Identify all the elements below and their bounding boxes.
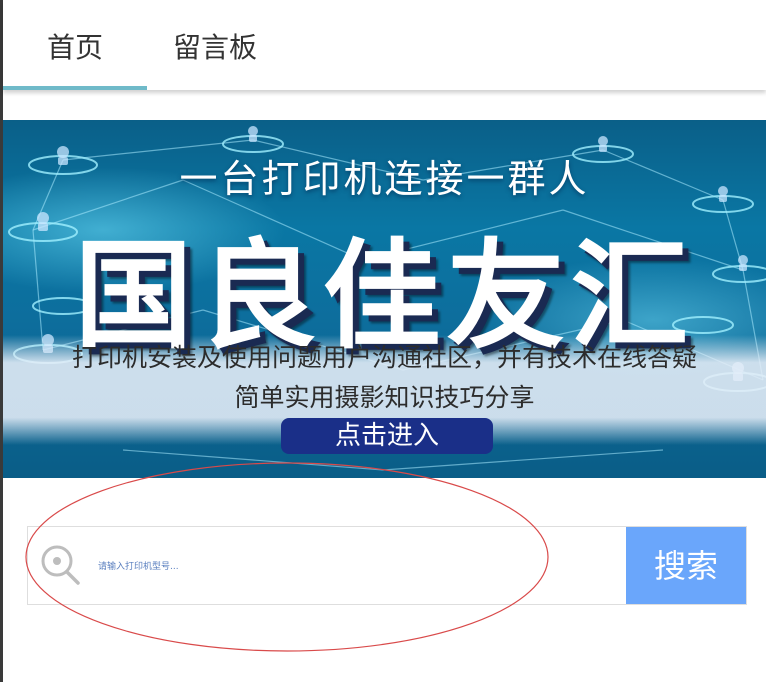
search-input[interactable] [96,551,620,583]
community-banner[interactable]: 一台打印机连接一群人 国良佳友汇 打印机安装及使用问题用户沟通社区，并有技术在线… [3,120,766,478]
search-icon [41,545,80,585]
banner-subtitle-1: 打印机安装及使用问题用户沟通社区，并有技术在线答疑 [71,343,697,372]
active-tab-indicator [3,86,147,90]
tab-home-label: 首页 [46,31,103,64]
banner-subtitle-2: 简单实用摄影知识技巧分享 [234,383,535,412]
top-nav: 首页 留言板 [3,0,766,90]
search-bar: 搜索 [27,526,747,605]
tab-message-board-label: 留言板 [173,31,258,64]
tab-home[interactable]: 首页 [3,0,147,90]
page: 首页 留言板 一台打印机连接一群人 国良佳友汇 打印机安装及使用问题用户沟通社区… [0,0,766,682]
tab-message-board[interactable]: 留言板 [173,0,273,90]
search-button[interactable]: 搜索 [626,527,746,604]
banner-headline: 一台打印机连接一群人 [179,157,590,201]
enter-button[interactable]: 点击进入 [281,418,493,454]
